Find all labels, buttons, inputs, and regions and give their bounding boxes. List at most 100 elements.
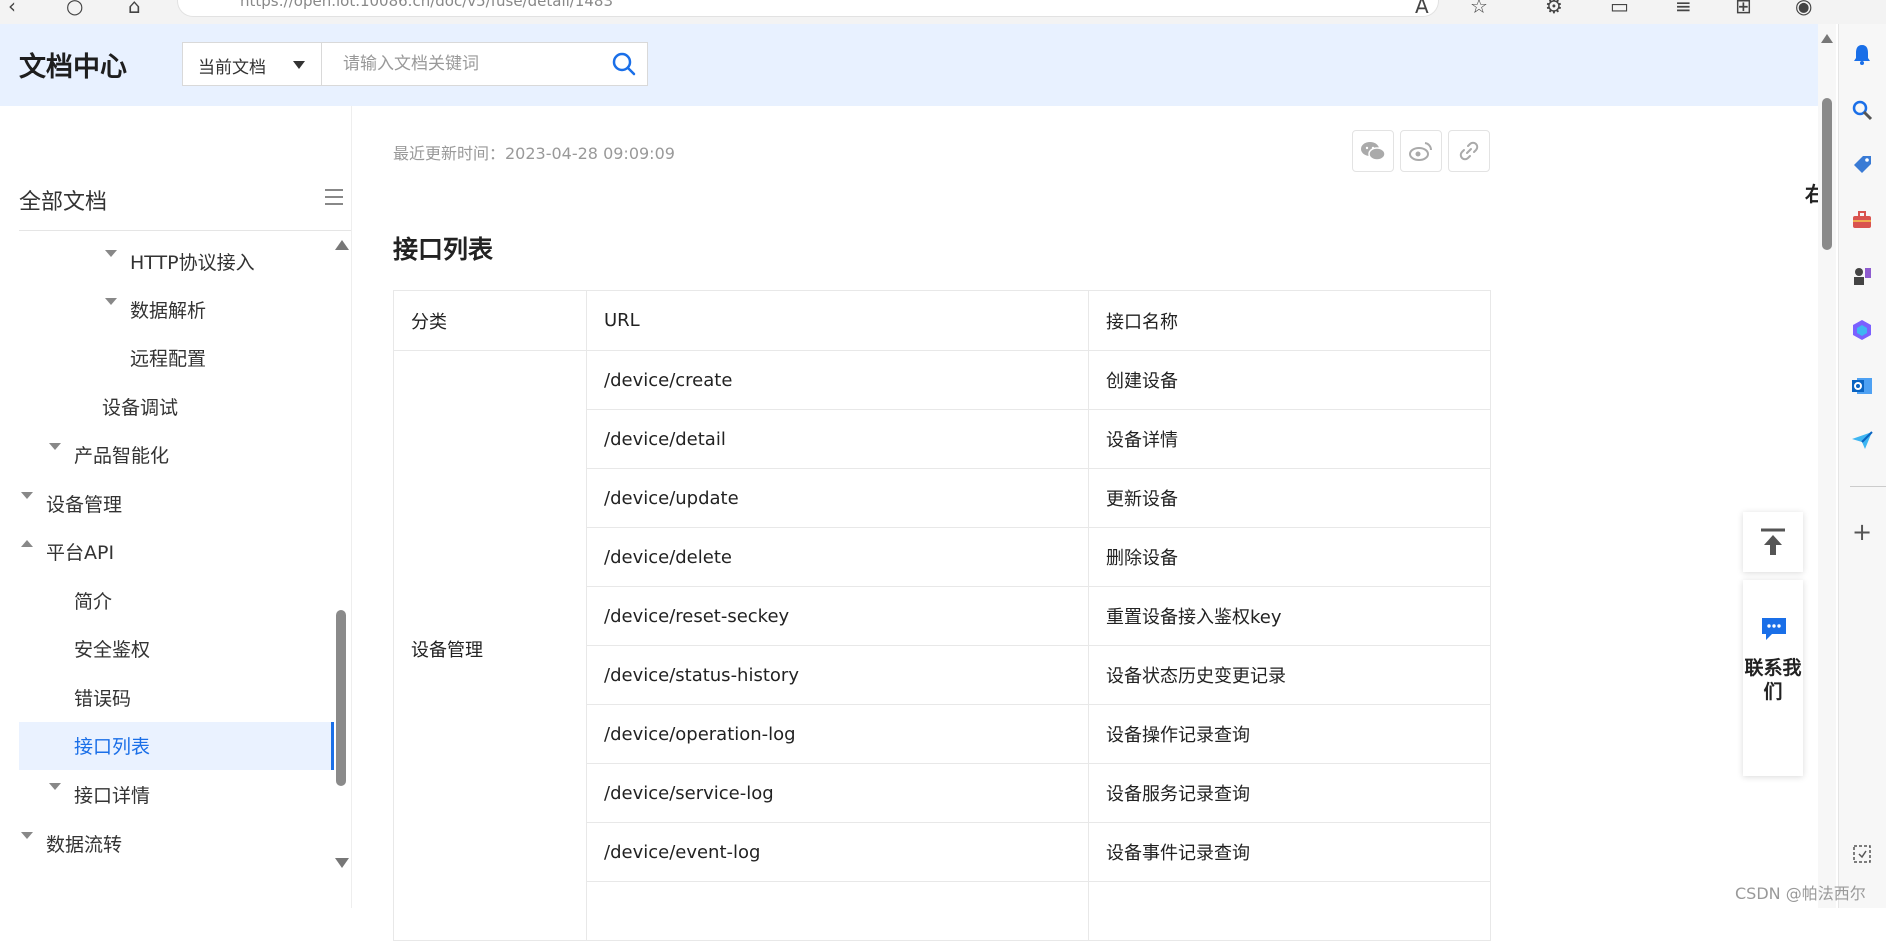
sidebar-item[interactable]: 错误码 xyxy=(74,684,131,711)
contact-us-button[interactable]: 联系我们 xyxy=(1743,580,1803,776)
url-cell: /device/delete xyxy=(586,527,1089,587)
sidebar-title: 全部文档 xyxy=(19,190,108,215)
search-bar: 当前文档 xyxy=(182,42,648,86)
browser-sidebar-divider xyxy=(1850,486,1886,487)
last-updated: 最近更新时间：2023-04-28 09:09:09 xyxy=(393,144,675,163)
share-wechat-button[interactable] xyxy=(1352,130,1394,172)
page-heading: 接口列表 xyxy=(393,235,494,264)
chat-icon xyxy=(1762,618,1786,640)
url-cell xyxy=(586,881,1089,941)
sidebar-item[interactable]: 远程配置 xyxy=(130,344,206,371)
office-icon[interactable] xyxy=(1850,318,1874,342)
sidebar-scroll-up-icon[interactable] xyxy=(335,240,349,250)
chevron-down-icon[interactable] xyxy=(49,783,61,790)
api-name-cell: 设备操作记录查询 xyxy=(1088,704,1491,764)
menu-icon[interactable] xyxy=(323,186,345,208)
wechat-icon xyxy=(1361,142,1386,161)
page-scroll-up-icon[interactable] xyxy=(1821,34,1833,43)
chevron-down-icon xyxy=(293,61,305,69)
url-cell: /device/event-log xyxy=(586,822,1089,882)
sidebar-item[interactable]: 平台API xyxy=(46,538,114,565)
sidebar-item[interactable]: 接口列表 xyxy=(74,732,150,759)
link-icon xyxy=(1459,141,1479,161)
address-url[interactable]: https://open.iot.10086.cn/doc/v5/fuse/de… xyxy=(240,0,613,10)
sidebar-active-highlight xyxy=(19,722,334,770)
screenshot-icon[interactable] xyxy=(1850,842,1874,866)
chevron-up-icon[interactable] xyxy=(21,540,33,547)
sidebar-item[interactable]: HTTP协议接入 xyxy=(130,248,255,275)
site-logo[interactable]: 文档中心 xyxy=(19,45,127,84)
category-cell: 设备管理 xyxy=(393,350,587,941)
add-icon[interactable]: + xyxy=(1850,518,1874,546)
api-table: 分类 URL 接口名称 设备管理/device/create 创建设备/devic… xyxy=(393,290,1491,941)
refresh-icon[interactable]: ○ xyxy=(66,0,83,18)
column-header-category: 分类 xyxy=(393,290,587,351)
chevron-down-icon[interactable] xyxy=(21,832,33,839)
sidebar-divider xyxy=(19,230,351,231)
api-name-cell: 重置设备接入鉴权key xyxy=(1088,586,1491,646)
sidebar-scroll-down-icon[interactable] xyxy=(335,858,349,868)
api-name-cell xyxy=(1088,881,1491,941)
table-row: 设备管理/device/create 创建设备 xyxy=(393,350,1491,941)
contact-us-label: 联系我们 xyxy=(1744,657,1802,703)
search-icon xyxy=(612,52,636,76)
url-cell: /device/reset-seckey xyxy=(586,586,1089,646)
watermark: CSDN @帕法西尔 xyxy=(1735,884,1866,903)
column-header-url: URL xyxy=(586,290,1089,351)
extensions-icon[interactable]: ⚙ xyxy=(1545,0,1563,18)
search-button[interactable] xyxy=(603,43,645,85)
sidebar-item[interactable]: 接口详情 xyxy=(74,781,150,808)
url-cell: /device/detail xyxy=(586,409,1089,469)
back-to-top-button[interactable] xyxy=(1743,512,1803,572)
outlook-icon[interactable] xyxy=(1850,374,1874,398)
url-cell: /device/service-log xyxy=(586,763,1089,823)
chevron-down-icon[interactable] xyxy=(49,443,61,450)
search-scope-dropdown[interactable]: 当前文档 xyxy=(183,43,322,85)
sidebar-item[interactable]: 数据流转 xyxy=(46,830,122,857)
sidebar-item[interactable]: 设备管理 xyxy=(46,490,122,517)
api-name-cell: 设备详情 xyxy=(1088,409,1491,469)
column-header-name: 接口名称 xyxy=(1088,290,1491,351)
chevron-down-icon[interactable] xyxy=(21,492,33,499)
search-scope-label: 当前文档 xyxy=(198,58,266,78)
read-aloud-icon[interactable]: A xyxy=(1415,0,1429,18)
back-icon[interactable]: ‹ xyxy=(8,0,16,18)
split-screen-icon[interactable]: ▭ xyxy=(1610,0,1629,18)
share-weibo-button[interactable] xyxy=(1400,130,1442,172)
api-name-cell: 设备服务记录查询 xyxy=(1088,763,1491,823)
copy-link-button[interactable] xyxy=(1448,130,1490,172)
url-cell: /device/status-history xyxy=(586,645,1089,705)
send-icon[interactable] xyxy=(1850,428,1874,452)
collections-icon[interactable]: ⊞ xyxy=(1735,0,1752,18)
toolbox-icon[interactable] xyxy=(1850,208,1874,232)
profile-icon[interactable]: ◉ xyxy=(1795,0,1812,18)
home-icon[interactable]: ⌂ xyxy=(128,0,141,18)
chevron-down-icon[interactable] xyxy=(105,250,117,257)
shopping-tag-icon[interactable] xyxy=(1850,152,1874,176)
url-cell: /device/operation-log xyxy=(586,704,1089,764)
url-cell: /device/update xyxy=(586,468,1089,528)
api-name-cell: 更新设备 xyxy=(1088,468,1491,528)
arrow-up-icon xyxy=(1761,528,1785,555)
search-icon[interactable] xyxy=(1850,98,1874,122)
api-name-cell: 创建设备 xyxy=(1088,350,1491,410)
search-input[interactable] xyxy=(323,44,615,84)
api-name-cell: 删除设备 xyxy=(1088,527,1491,587)
games-icon[interactable] xyxy=(1850,264,1874,288)
sidebar-item[interactable]: 安全鉴权 xyxy=(74,635,150,662)
sidebar-item[interactable]: 设备调试 xyxy=(102,393,178,420)
chevron-down-icon[interactable] xyxy=(105,298,117,305)
api-name-cell: 设备状态历史变更记录 xyxy=(1088,645,1491,705)
weibo-icon xyxy=(1409,142,1433,161)
url-cell: /device/create xyxy=(586,350,1089,410)
page-scrollbar-thumb[interactable] xyxy=(1822,98,1832,250)
sidebar-item[interactable]: 数据解析 xyxy=(130,296,206,323)
api-name-cell: 设备事件记录查询 xyxy=(1088,822,1491,882)
bell-icon[interactable] xyxy=(1850,42,1874,66)
sidebar-scrollbar-thumb[interactable] xyxy=(336,610,346,786)
favorites-icon[interactable]: ≡ xyxy=(1675,0,1692,18)
favorite-star-icon[interactable]: ☆ xyxy=(1470,0,1488,18)
table-header-row: 分类 URL 接口名称 xyxy=(393,290,1491,351)
sidebar-item[interactable]: 产品智能化 xyxy=(74,441,169,468)
sidebar-item[interactable]: 简介 xyxy=(74,587,112,614)
